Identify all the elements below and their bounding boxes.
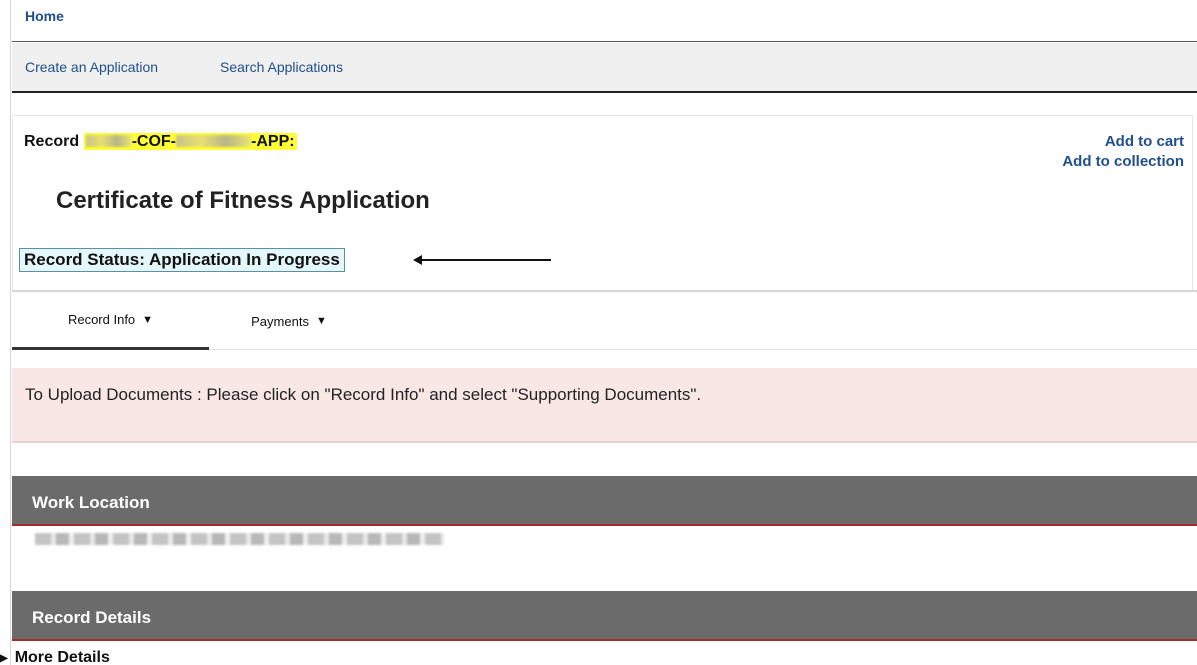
tab-payments-label: Payments [251, 313, 309, 329]
caret-down-icon: ▼ [315, 315, 327, 327]
home-link[interactable]: Home [25, 8, 64, 24]
record-summary-panel: Record -COF- -APP: Add to cart Add to col… [12, 115, 1193, 290]
redacted-record-number [176, 135, 252, 147]
secondary-navigation: Create an Application Search Application… [12, 43, 1197, 93]
record-id-part-1: -COF- [131, 133, 177, 150]
upload-instructions-notice: To Upload Documents : Please click on "R… [12, 368, 1197, 443]
record-id-part-2: -APP: [251, 133, 295, 150]
caret-right-icon: ▶ [0, 653, 8, 664]
tab-record-info-label: Record Info [67, 312, 136, 327]
redacted-record-year [85, 135, 132, 147]
record-status-badge: Record Status: Application In Progress [19, 248, 345, 272]
redacted-work-location [35, 533, 444, 545]
record-number: Record -COF- -APP: [24, 133, 297, 151]
caret-down-icon: ▼ [142, 313, 154, 326]
record-actions: Add to cart Add to collection [1062, 132, 1184, 172]
create-application-link[interactable]: Create an Application [25, 59, 158, 75]
record-tabs: Record Info ▼ Payments ▼ [12, 290, 1197, 350]
more-details-label: More Details [14, 649, 110, 665]
application-title: Certificate of Fitness Application [56, 187, 430, 214]
top-navigation: Home [12, 0, 1197, 42]
add-to-collection-link[interactable]: Add to collection [1062, 152, 1184, 172]
more-details-toggle[interactable]: ▶ More Details [0, 649, 110, 665]
record-id-highlight: -COF- -APP: [83, 133, 297, 150]
search-applications-link[interactable]: Search Applications [220, 59, 343, 75]
record-label: Record [24, 133, 80, 150]
record-details-header: Record Details [12, 591, 1197, 641]
left-border [0, 0, 11, 665]
status-pointer-line [418, 259, 551, 261]
add-to-cart-link[interactable]: Add to cart [1062, 132, 1184, 152]
tab-record-info[interactable]: Record Info ▼ [12, 292, 209, 350]
tab-payments[interactable]: Payments ▼ [209, 292, 369, 350]
work-location-header: Work Location [12, 476, 1197, 526]
